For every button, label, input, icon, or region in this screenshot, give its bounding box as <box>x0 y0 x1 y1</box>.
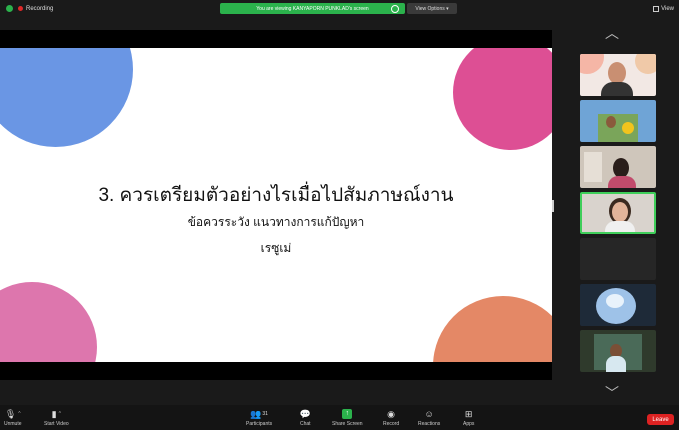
recording-dot-icon <box>18 6 23 11</box>
pink-circle-decoration <box>453 48 552 150</box>
view-options-label: View Options ▾ <box>415 5 449 12</box>
viewing-screen-banner: You are viewing KANYAPORN PUNKLAD's scre… <box>220 3 405 14</box>
sunflower-shape <box>622 122 634 134</box>
participant-tile-7[interactable] <box>580 330 656 372</box>
participant-tile-2[interactable] <box>580 100 656 142</box>
screen-share-status-icon <box>391 5 399 13</box>
unmute-button[interactable]: 🎙 ^ Unmute <box>4 409 22 427</box>
apps-label: Apps <box>463 421 475 427</box>
video-off-icon: ▮ ^ <box>51 409 61 419</box>
shared-presentation-slide: 3. ควรเตรียมตัวอย่างไรเมื่อไปสัมภาษณ์งาน… <box>0 48 552 362</box>
grid-view-icon <box>653 6 660 12</box>
participant-tile-1[interactable] <box>580 54 656 96</box>
view-layout-button[interactable]: View <box>653 6 674 12</box>
participants-label: Participants <box>246 421 273 427</box>
participant-body <box>601 82 633 96</box>
share-screen-button[interactable]: ↑ Share Screen <box>332 409 363 427</box>
chevron-up-icon[interactable]: ^ <box>59 409 61 419</box>
chevron-up-icon[interactable]: ︿ <box>605 23 619 43</box>
participant-face <box>606 116 616 128</box>
chevron-up-icon[interactable]: ^ <box>18 409 20 419</box>
view-options-button[interactable]: View Options ▾ <box>407 3 457 14</box>
shared-screen-top-margin <box>0 30 552 48</box>
reactions-button[interactable]: ☺ Reactions <box>418 409 440 427</box>
record-icon: ◉ <box>387 409 395 419</box>
participant-face <box>608 62 626 84</box>
participant-count: 31 <box>262 411 268 417</box>
meeting-top-bar: Recording You are viewing KANYAPORN PUNK… <box>0 0 679 20</box>
panel-resize-handle[interactable] <box>552 200 554 212</box>
shared-screen-bottom-margin <box>0 362 552 380</box>
orange-circle-decoration <box>433 296 552 362</box>
background-shape <box>580 54 604 74</box>
participants-button[interactable]: 👥 31 Participants <box>246 409 272 427</box>
participant-tile-3[interactable] <box>580 146 656 188</box>
slide-topic: เรซูเม่ <box>260 241 292 255</box>
microphone-muted-icon: 🎙 ^ <box>4 409 21 419</box>
apps-button[interactable]: ⊞ Apps <box>463 409 474 427</box>
recording-indicator[interactable]: Recording <box>6 5 53 12</box>
wall-background <box>584 152 602 182</box>
apps-icon: ⊞ <box>464 409 473 419</box>
share-screen-label: Share Screen <box>332 421 363 427</box>
chat-button[interactable]: 💬 Chat <box>300 409 311 427</box>
participant-tile-active-speaker[interactable] <box>580 192 656 234</box>
record-button[interactable]: ◉ Record <box>383 409 399 427</box>
chevron-down-icon[interactable]: ﹀ <box>605 383 619 403</box>
recording-label: Recording <box>26 5 54 12</box>
viewing-banner-text: You are viewing KANYAPORN PUNKLAD's scre… <box>256 5 369 12</box>
reactions-icon: ☺ <box>424 409 434 419</box>
light-pink-circle-decoration <box>0 282 97 362</box>
background-shape <box>635 54 656 74</box>
chat-icon: 💬 <box>299 409 311 419</box>
start-video-label: Start Video <box>44 421 69 427</box>
record-label: Record <box>383 421 400 427</box>
slide-title: 3. ควรเตรียมตัวอย่างไรเมื่อไปสัมภาษณ์งาน <box>98 185 454 206</box>
participant-tile-6[interactable] <box>580 284 656 326</box>
participant-body <box>605 221 635 232</box>
participant-tile-5[interactable] <box>580 238 656 280</box>
photo-highlight <box>606 294 624 308</box>
reactions-label: Reactions <box>418 421 441 427</box>
leave-button[interactable]: Leave <box>647 414 674 425</box>
participants-icon: 👥 31 <box>250 409 268 419</box>
participant-face <box>612 202 628 222</box>
participant-body <box>606 356 626 372</box>
start-video-button[interactable]: ▮ ^ Start Video <box>44 409 69 427</box>
unmute-label: Unmute <box>4 421 22 427</box>
participant-face <box>613 158 629 178</box>
slide-subtitle: ข้อควรระวัง แนวทางการแก้ปัญหา <box>187 215 365 229</box>
meeting-toolbar: 🎙 ^ Unmute ▮ ^ Start Video 👥 31 Participant… <box>0 405 679 430</box>
view-label: View <box>661 6 674 12</box>
chat-label: Chat <box>300 421 311 427</box>
share-screen-icon: ↑ <box>342 409 353 419</box>
participant-body <box>608 176 636 188</box>
blue-circle-decoration <box>0 48 133 147</box>
security-shield-icon[interactable] <box>6 5 13 12</box>
